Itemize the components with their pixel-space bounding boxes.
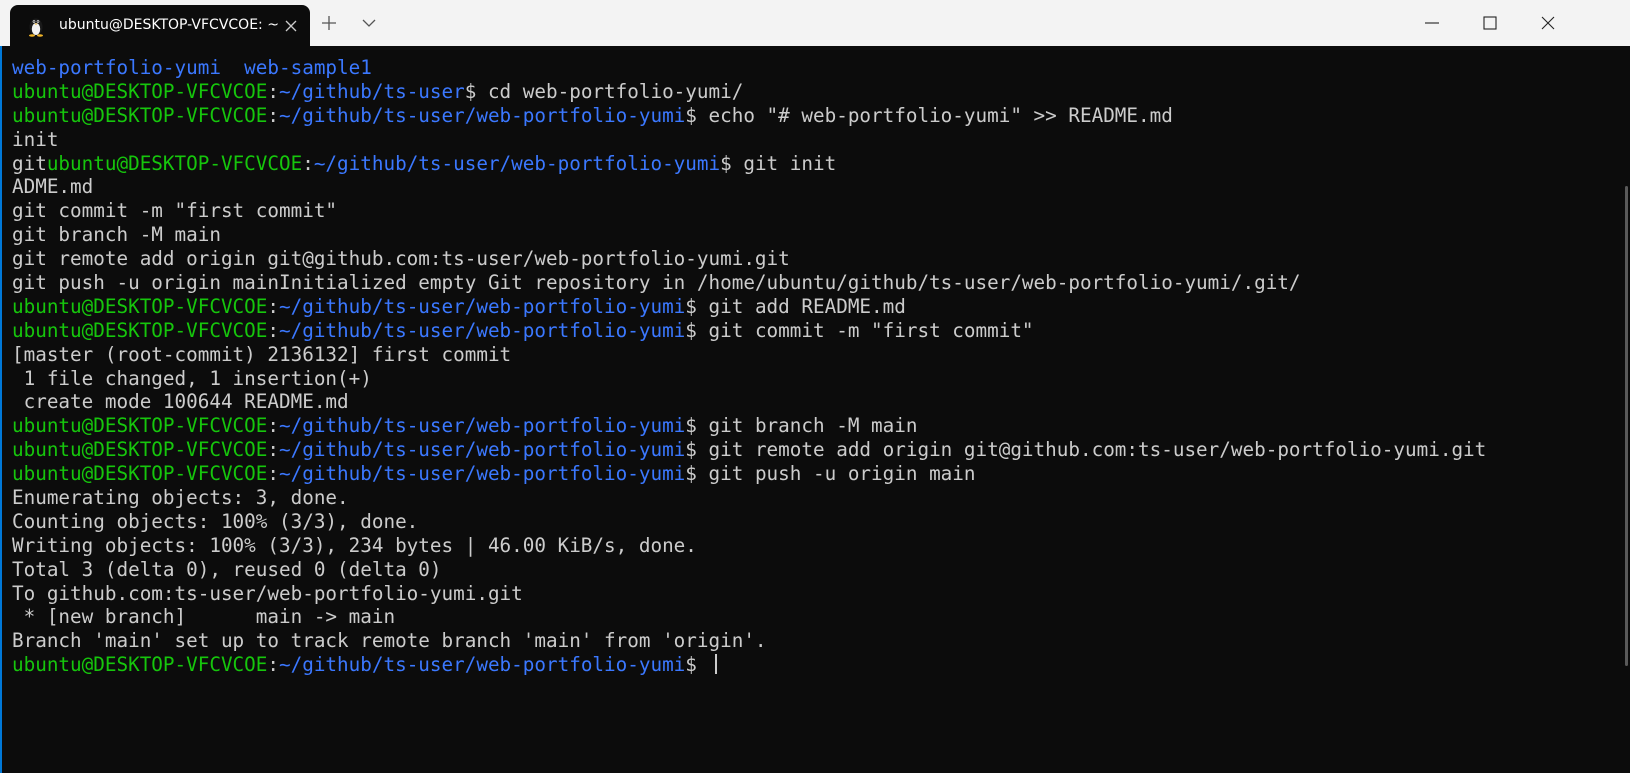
terminal-text: 1 file changed, 1 insertion(+) bbox=[12, 366, 372, 390]
terminal-text: $ git remote add origin git@github.com:t… bbox=[685, 438, 1487, 462]
prompt-user-host: ubuntu@DESKTOP-VFCVCOE bbox=[12, 462, 268, 486]
terminal-line: ubuntu@DESKTOP-VFCVCOE:~/github/ts-user/… bbox=[12, 319, 1486, 343]
terminal-line: 1 file changed, 1 insertion(+) bbox=[12, 367, 1486, 391]
text-cursor bbox=[714, 654, 717, 675]
tab-title: ubuntu@DESKTOP-VFCVCOE: ~ bbox=[59, 17, 279, 33]
close-icon bbox=[1541, 16, 1555, 30]
terminal-line: ubuntu@DESKTOP-VFCVCOE:~/github/ts-user/… bbox=[12, 438, 1486, 462]
prompt-path: ~/github/ts-user/web-portfolio-yumi bbox=[279, 438, 686, 462]
prompt-path: ~/github/ts-user/web-portfolio-yumi bbox=[279, 294, 686, 318]
terminal-text: : bbox=[267, 294, 279, 318]
plus-icon[interactable] bbox=[316, 12, 342, 34]
terminal-window: ubuntu@DESKTOP-VFCVCOE: ~ web-portfolio-… bbox=[0, 0, 1630, 773]
terminal-text: $ git branch -M main bbox=[685, 414, 918, 438]
terminal-text: $ git add README.md bbox=[685, 294, 906, 318]
prompt-user-host: ubuntu@DESKTOP-VFCVCOE bbox=[12, 414, 268, 438]
terminal-line: ubuntu@DESKTOP-VFCVCOE:~/github/ts-user/… bbox=[12, 104, 1486, 128]
prompt-path: ~/github/ts-user/web-portfolio-yumi bbox=[279, 103, 686, 127]
terminal-text: $ git push -u origin main bbox=[685, 462, 976, 486]
terminal-text: : bbox=[267, 318, 279, 342]
terminal-text: : bbox=[302, 151, 314, 175]
prompt-path: ~/github/ts-user/web-portfolio-yumi bbox=[279, 318, 686, 342]
tab-ubuntu[interactable]: ubuntu@DESKTOP-VFCVCOE: ~ bbox=[10, 5, 310, 46]
terminal-line: Counting objects: 100% (3/3), done. bbox=[12, 510, 1486, 534]
prompt-user-host: ubuntu@DESKTOP-VFCVCOE bbox=[12, 79, 268, 103]
terminal-text: git branch -M main bbox=[12, 223, 221, 247]
terminal-text: : bbox=[267, 79, 279, 103]
terminal-text: $ bbox=[685, 653, 709, 677]
terminal-text: To github.com:ts-user/web-portfolio-yumi… bbox=[12, 581, 523, 605]
maximize-icon bbox=[1483, 16, 1497, 30]
terminal-line: git commit -m "first commit" bbox=[12, 199, 1486, 223]
terminal-line: Total 3 (delta 0), reused 0 (delta 0) bbox=[12, 558, 1486, 582]
terminal-line: ubuntu@DESKTOP-VFCVCOE:~/github/ts-user/… bbox=[12, 295, 1486, 319]
terminal-text: Branch 'main' set up to track remote bra… bbox=[12, 629, 767, 653]
terminal-text: ADME.md bbox=[12, 175, 94, 199]
terminal-line: git branch -M main bbox=[12, 223, 1486, 247]
terminal-lines: web-portfolio-yumi web-sample1 ubuntu@DES… bbox=[12, 56, 1486, 677]
terminal-text: * [new branch] main -> main bbox=[12, 605, 396, 629]
terminal-line: web-portfolio-yumi web-sample1 bbox=[12, 56, 1486, 80]
terminal-text: $ git commit -m "first commit" bbox=[685, 318, 1034, 342]
prompt-path: ~/github/ts-user/web-portfolio-yumi bbox=[279, 414, 686, 438]
terminal-line: * [new branch] main -> main bbox=[12, 605, 1486, 629]
terminal-line: ubuntu@DESKTOP-VFCVCOE:~/github/ts-user/… bbox=[12, 462, 1486, 486]
prompt-user-host: ubuntu@DESKTOP-VFCVCOE bbox=[12, 438, 268, 462]
terminal-text: [master (root-commit) 2136132] first com… bbox=[12, 342, 512, 366]
prompt-user-host: ubuntu@DESKTOP-VFCVCOE bbox=[12, 294, 268, 318]
terminal-text: $ git init bbox=[720, 151, 837, 175]
close-window-button[interactable] bbox=[1519, 0, 1577, 46]
terminal-text: git commit -m "first commit" bbox=[12, 199, 338, 223]
close-icon[interactable] bbox=[282, 17, 300, 35]
terminal-text: Total 3 (delta 0), reused 0 (delta 0) bbox=[12, 557, 442, 581]
terminal-output[interactable]: web-portfolio-yumi web-sample1 ubuntu@DES… bbox=[0, 46, 1630, 773]
terminal-text: : bbox=[267, 653, 279, 677]
terminal-line: git remote add origin git@github.com:ts-… bbox=[12, 247, 1486, 271]
terminal-line: create mode 100644 README.md bbox=[12, 390, 1486, 414]
prompt-user-host: ubuntu@DESKTOP-VFCVCOE bbox=[12, 653, 268, 677]
terminal-line: git push -u origin mainInitialized empty… bbox=[12, 271, 1486, 295]
terminal-text: git bbox=[12, 151, 47, 175]
terminal-text: : bbox=[267, 414, 279, 438]
terminal-text: Counting objects: 100% (3/3), done. bbox=[12, 509, 419, 533]
directory-listing: web-portfolio-yumi web-sample1 bbox=[12, 56, 372, 79]
prompt-path: ~/github/ts-user/web-portfolio-yumi bbox=[313, 151, 721, 175]
terminal-text: create mode 100644 README.md bbox=[12, 390, 349, 414]
terminal-text: : bbox=[267, 462, 279, 486]
terminal-text: git push -u origin mainInitialized empty… bbox=[12, 271, 1301, 295]
title-bar[interactable]: ubuntu@DESKTOP-VFCVCOE: ~ bbox=[0, 0, 1630, 46]
prompt-path: ~/github/ts-user bbox=[279, 79, 465, 103]
prompt-user-host: ubuntu@DESKTOP-VFCVCOE bbox=[12, 318, 268, 342]
terminal-text: $ echo "# web-portfolio-yumi" >> README.… bbox=[685, 103, 1173, 127]
linux-penguin-icon bbox=[29, 18, 43, 37]
terminal-line: ubuntu@DESKTOP-VFCVCOE:~/github/ts-user$… bbox=[12, 80, 1486, 104]
terminal-line: [master (root-commit) 2136132] first com… bbox=[12, 343, 1486, 367]
prompt-path: ~/github/ts-user/web-portfolio-yumi bbox=[279, 653, 686, 677]
terminal-line: init bbox=[12, 128, 1486, 152]
prompt-path: ~/github/ts-user/web-portfolio-yumi bbox=[279, 462, 686, 486]
prompt-user-host: ubuntu@DESKTOP-VFCVCOE bbox=[12, 103, 268, 127]
terminal-text: init bbox=[12, 127, 59, 151]
terminal-line: gitubuntu@DESKTOP-VFCVCOE:~/github/ts-us… bbox=[12, 152, 1486, 176]
terminal-text: $ cd web-portfolio-yumi/ bbox=[464, 79, 744, 103]
maximize-button[interactable] bbox=[1461, 0, 1519, 46]
scrollbar[interactable] bbox=[1625, 186, 1628, 666]
terminal-line: Branch 'main' set up to track remote bra… bbox=[12, 629, 1486, 653]
terminal-line: ubuntu@DESKTOP-VFCVCOE:~/github/ts-user/… bbox=[12, 653, 1486, 677]
terminal-line: ubuntu@DESKTOP-VFCVCOE:~/github/ts-user/… bbox=[12, 414, 1486, 438]
minimize-icon bbox=[1425, 22, 1439, 24]
terminal-line: To github.com:ts-user/web-portfolio-yumi… bbox=[12, 582, 1486, 606]
chevron-down-icon[interactable] bbox=[356, 12, 382, 34]
terminal-line: Writing objects: 100% (3/3), 234 bytes |… bbox=[12, 534, 1486, 558]
terminal-line: ADME.md bbox=[12, 175, 1486, 199]
minimize-button[interactable] bbox=[1403, 0, 1461, 46]
prompt-user-host: ubuntu@DESKTOP-VFCVCOE bbox=[46, 151, 303, 175]
terminal-text: : bbox=[267, 103, 279, 127]
terminal-text: : bbox=[267, 438, 279, 462]
terminal-line: Enumerating objects: 3, done. bbox=[12, 486, 1486, 510]
terminal-text: Enumerating objects: 3, done. bbox=[12, 486, 349, 510]
terminal-text: git remote add origin git@github.com:ts-… bbox=[12, 247, 790, 271]
terminal-text: Writing objects: 100% (3/3), 234 bytes |… bbox=[12, 533, 697, 557]
